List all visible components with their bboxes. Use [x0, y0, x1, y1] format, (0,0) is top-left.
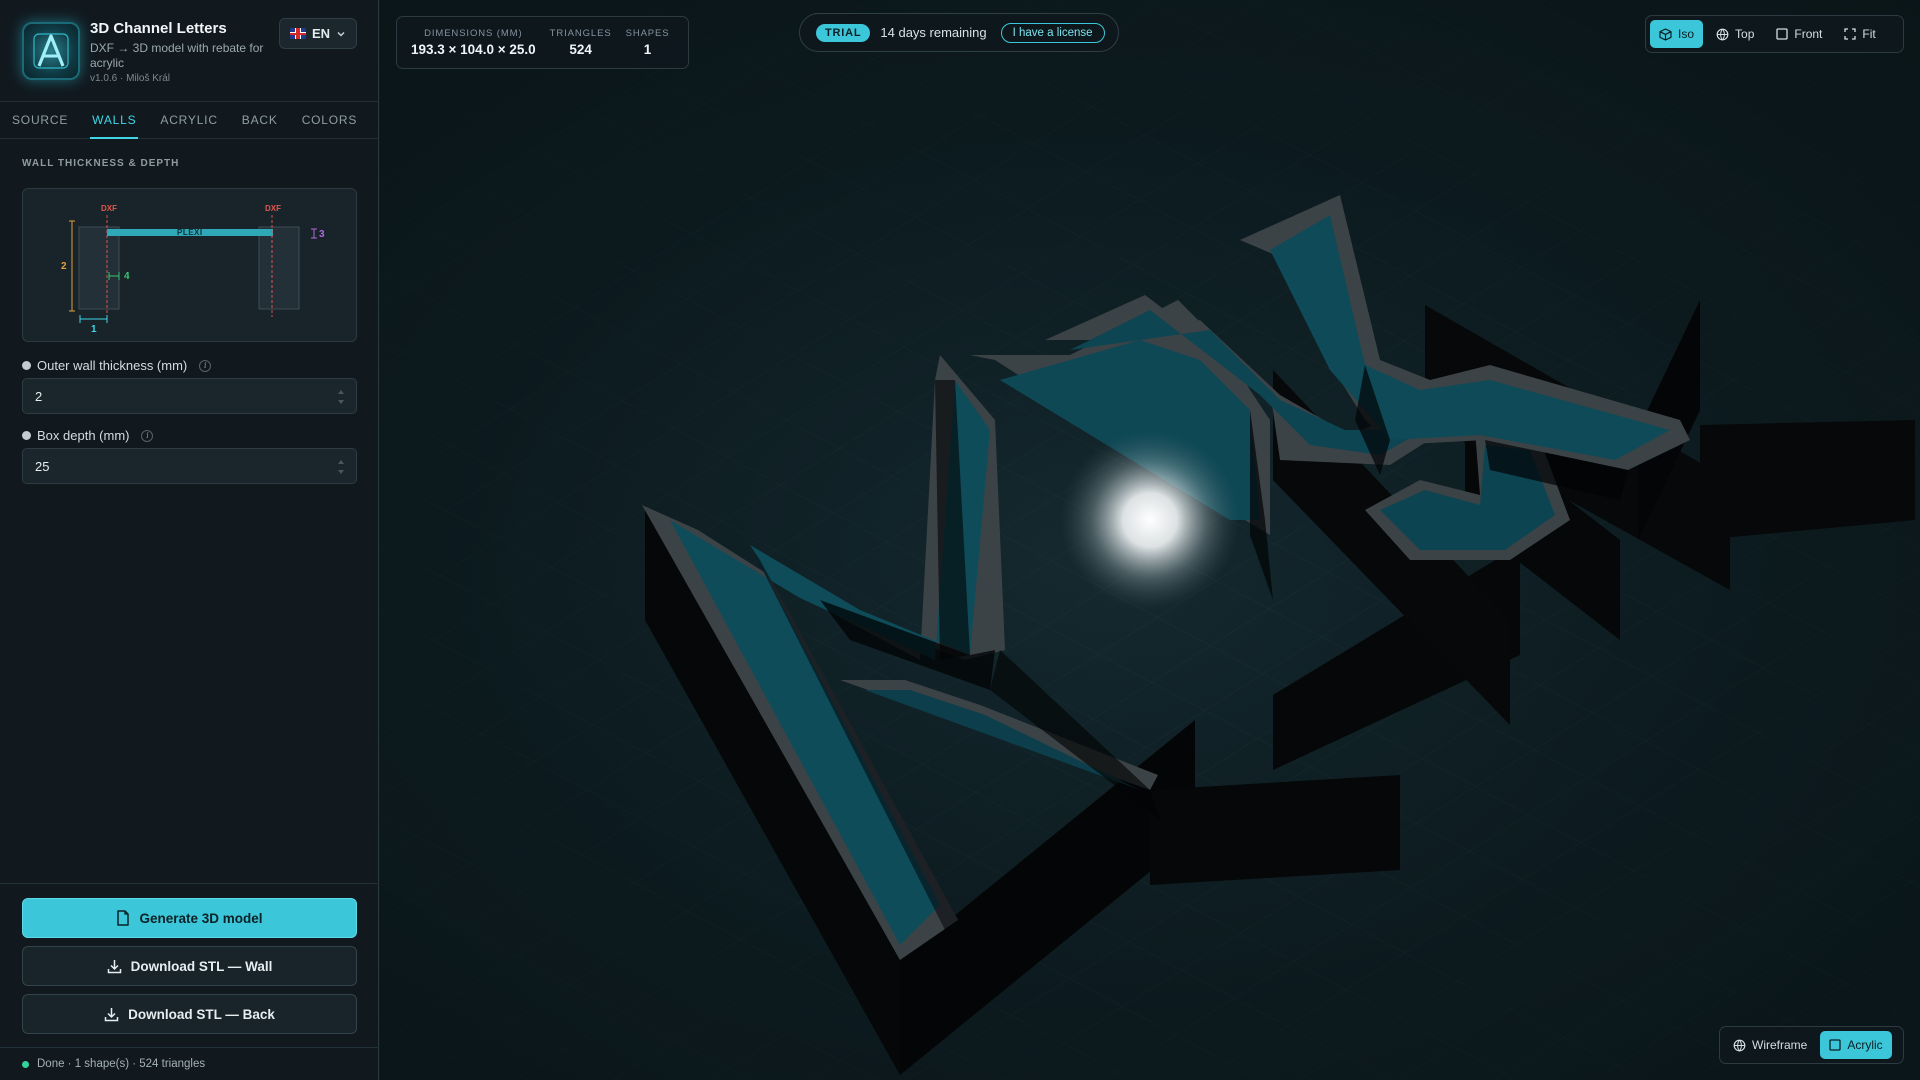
tab-source[interactable]: SOURCE [0, 102, 80, 138]
view-controls: Iso Top Front Fit [1645, 15, 1904, 53]
square-icon [1776, 28, 1789, 40]
acrylic-label: Acrylic [1847, 1038, 1883, 1052]
dxf-right-label: DXF [265, 204, 281, 213]
wireframe-label: Wireframe [1752, 1038, 1808, 1052]
cross-section-drawing: DXF DXF PLEXI 2 4 1 3 [61, 204, 325, 335]
dim-1-label: 1 [91, 324, 97, 335]
stepper-icon[interactable] [338, 460, 344, 474]
language-selector[interactable]: EN [279, 18, 357, 49]
box-depth-label: Box depth (mm) i [22, 428, 154, 443]
light-source-glow [1060, 430, 1240, 610]
cube-icon [1659, 27, 1672, 41]
fit-icon [1844, 28, 1857, 40]
download-wall-button[interactable]: Download STL — Wall [22, 946, 357, 986]
box-depth-label-text: Box depth (mm) [37, 428, 130, 443]
square-icon [1829, 1039, 1841, 1051]
dim-4-label: 4 [124, 271, 130, 282]
left-wall-shape [78, 226, 120, 310]
acrylic-toggle[interactable]: Acrylic [1820, 1031, 1892, 1059]
download-wall-label: Download STL — Wall [130, 958, 273, 974]
right-wall-shape [258, 226, 300, 310]
generate-model-button[interactable]: Generate 3D model [22, 898, 357, 938]
dim-3-label: 3 [319, 229, 325, 240]
uk-flag-icon [290, 28, 306, 39]
box-depth-value: 25 [35, 458, 50, 474]
language-label: EN [312, 26, 331, 41]
triangles-value: 524 [569, 42, 592, 57]
dimensions-stat: DIMENSIONS (MM) 193.3 × 104.0 × 25.0 [411, 28, 536, 57]
app-logo [22, 22, 80, 80]
tab-acrylic[interactable]: ACRYLIC [148, 102, 229, 138]
outer-wall-label: Outer wall thickness (mm) i [22, 358, 212, 373]
stepper-icon[interactable] [338, 390, 344, 404]
tab-back[interactable]: BACK [230, 102, 290, 138]
view-iso-label: Iso [1678, 27, 1695, 41]
status-bar: Done · 1 shape(s) · 524 triangles [0, 1047, 379, 1080]
outer-wall-input[interactable]: 2 [22, 378, 357, 414]
generate-label: Generate 3D model [139, 910, 263, 926]
dimensions-value: 193.3 × 104.0 × 25.0 [411, 42, 536, 57]
globe-icon [1716, 28, 1729, 41]
download-icon [107, 959, 121, 973]
view-iso-button[interactable]: Iso [1650, 20, 1704, 48]
triangles-stat: TRIANGLES 524 [550, 28, 612, 57]
app-version: v1.0.6 · Miloš Král [90, 73, 171, 84]
dimensions-label: DIMENSIONS (MM) [424, 28, 523, 39]
wireframe-toggle[interactable]: Wireframe [1724, 1031, 1816, 1059]
file-icon [117, 910, 130, 926]
wall-cross-section-diagram: DXF DXF PLEXI 2 4 1 3 [22, 188, 357, 342]
status-ok-icon [22, 1060, 29, 1068]
model-stats-panel: DIMENSIONS (MM) 193.3 × 104.0 × 25.0 TRI… [396, 16, 689, 69]
divider [0, 883, 379, 884]
status-dot-icon [22, 431, 31, 440]
dxf-left-label: DXF [101, 204, 117, 213]
status-text: Done · 1 shape(s) · 524 triangles [37, 1058, 206, 1070]
app-subtitle: DXF → 3D model with rebate for acrylic [90, 41, 264, 70]
sidebar: 3D Channel Letters DXF → 3D model with r… [0, 0, 379, 1080]
view-top-button[interactable]: Top [1707, 20, 1763, 48]
tab-colors[interactable]: COLORS [290, 102, 369, 138]
outer-wall-label-text: Outer wall thickness (mm) [37, 358, 188, 373]
trial-badge: TRIAL [816, 23, 871, 42]
download-back-label: Download STL — Back [128, 1006, 275, 1022]
status-dot-icon [22, 361, 31, 370]
3d-scene[interactable] [380, 0, 1920, 1080]
shapes-stat: SHAPES 1 [626, 28, 670, 57]
plexi-label: PLEXI [177, 228, 203, 237]
app-header: 3D Channel Letters DXF → 3D model with r… [0, 0, 379, 101]
download-back-button[interactable]: Download STL — Back [22, 994, 357, 1034]
outer-wall-value: 2 [35, 388, 43, 404]
trial-days-text: 14 days remaining [880, 25, 987, 40]
shapes-label: SHAPES [625, 28, 670, 39]
shapes-value: 1 [643, 42, 652, 57]
tab-walls[interactable]: WALLS [80, 102, 148, 139]
3d-viewport[interactable]: DIMENSIONS (MM) 193.3 × 104.0 × 25.0 TRI… [380, 0, 1920, 1080]
info-icon[interactable]: i [199, 359, 212, 372]
letter-a-logo-icon [33, 33, 69, 69]
license-button[interactable]: I have a license [1000, 22, 1105, 43]
tab-bar: SOURCE WALLS ACRYLIC BACK COLORS [0, 101, 379, 139]
render-mode-controls: Wireframe Acrylic [1719, 1026, 1904, 1064]
view-fit-label: Fit [1862, 27, 1876, 41]
view-fit-button[interactable]: Fit [1835, 20, 1884, 48]
view-top-label: Top [1735, 27, 1755, 41]
view-front-label: Front [1794, 27, 1823, 41]
globe-icon [1733, 1039, 1746, 1052]
app-title: 3D Channel Letters [90, 20, 227, 37]
download-icon [104, 1007, 119, 1021]
dim-2-label: 2 [61, 261, 67, 272]
chevron-down-icon [337, 31, 345, 37]
trial-banner: TRIAL 14 days remaining I have a license [799, 13, 1119, 52]
info-icon[interactable]: i [141, 429, 154, 442]
box-depth-input[interactable]: 25 [22, 448, 357, 484]
section-title: WALL THICKNESS & DEPTH [22, 158, 180, 169]
triangles-label: TRIANGLES [549, 28, 612, 39]
view-front-button[interactable]: Front [1767, 20, 1831, 48]
